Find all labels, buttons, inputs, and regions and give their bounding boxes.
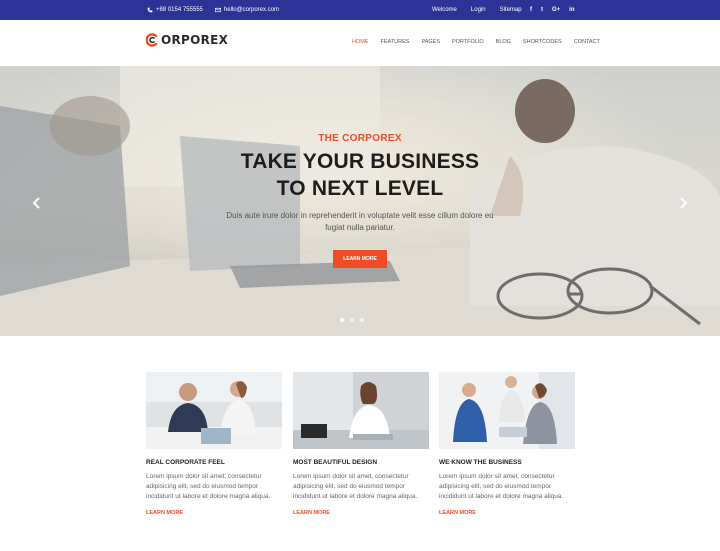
hero-learn-more-button[interactable]: LEARN MORE [333, 250, 387, 268]
social-links: f t G+ in [530, 0, 575, 20]
topbar-links: Welcome Login Sitemap [432, 0, 522, 20]
facebook-icon[interactable]: f [530, 7, 532, 13]
feature-title: MOST BEAUTIFUL DESIGN [293, 459, 378, 466]
feature-image-team [439, 372, 575, 449]
nav-shortcodes[interactable]: SHORTCODES [523, 39, 562, 45]
welcome-link[interactable]: Welcome [432, 7, 457, 13]
hero-eyebrow: THE CORPOREX [318, 133, 402, 144]
feature-card: WE KNOW THE BUSINESS Lorem ipsum dolor s… [439, 372, 575, 516]
nav-pages[interactable]: PAGES [421, 39, 440, 45]
sitemap-link[interactable]: Sitemap [500, 7, 522, 13]
nav-features[interactable]: FEATURES [381, 39, 410, 45]
main-nav: HOME FEATURES PAGES PORTFOLIO BLOG SHORT… [352, 39, 600, 45]
nav-portfolio[interactable]: PORTFOLIO [452, 39, 484, 45]
phone-icon [147, 7, 153, 13]
slider-dots [340, 318, 364, 322]
hero-title: TAKE YOUR BUSINESS TO NEXT LEVEL [0, 148, 720, 202]
site-logo[interactable]: ORPOREX [146, 33, 228, 47]
feature-text: Lorem ipsum dolor sit amet, consectetur … [146, 473, 271, 500]
slider-dot[interactable] [350, 318, 354, 322]
nav-blog[interactable]: BLOG [496, 39, 511, 45]
mail-icon [214, 7, 221, 13]
feature-text: Lorem ipsum dolor sit amet, consectetur … [439, 473, 564, 500]
google-plus-icon[interactable]: G+ [552, 7, 560, 13]
feature-learn-more-link[interactable]: LEARN MORE [439, 510, 476, 516]
feature-title: REAL CORPORATE FEEL [146, 459, 225, 466]
feature-title: WE KNOW THE BUSINESS [439, 459, 522, 466]
twitter-icon[interactable]: t [541, 7, 543, 13]
hero-title-line-1: TAKE YOUR BUSINESS [240, 150, 480, 173]
login-link[interactable]: Login [471, 7, 486, 13]
slider-dot[interactable] [360, 318, 364, 322]
phone-number: +88 0154 755555 [156, 7, 203, 13]
logo-text: ORPOREX [161, 33, 229, 47]
topbar-phone[interactable]: +88 0154 755555 [147, 7, 203, 13]
nav-home[interactable]: HOME [352, 39, 369, 45]
chevron-right-icon[interactable] [678, 197, 688, 209]
topbar-email[interactable]: hello@corporex.com [214, 7, 280, 13]
logo-mark-icon [146, 33, 158, 47]
feature-card: MOST BEAUTIFUL DESIGN Lorem ipsum dolor … [293, 372, 429, 516]
topbar-contact: +88 0154 755555 hello@corporex.com [147, 0, 279, 20]
hero-title-line-2: TO NEXT LEVEL [276, 177, 444, 200]
feature-image-meeting [146, 372, 282, 449]
hero-subtitle: Duis aute irure dolor in reprehenderit i… [226, 211, 494, 232]
feature-learn-more-link[interactable]: LEARN MORE [146, 510, 183, 516]
email-address: hello@corporex.com [223, 7, 280, 13]
site-header: ORPOREX HOME FEATURES PAGES PORTFOLIO BL… [0, 20, 720, 66]
linkedin-icon[interactable]: in [569, 7, 574, 13]
feature-image-office [293, 372, 429, 449]
feature-card: REAL CORPORATE FEEL Lorem ipsum dolor si… [146, 372, 282, 516]
nav-contact[interactable]: CONTACT [574, 39, 600, 45]
hero-slider: THE CORPOREX TAKE YOUR BUSINESS TO NEXT … [0, 66, 720, 336]
top-bar: +88 0154 755555 hello@corporex.com Welco… [0, 0, 720, 20]
feature-text: Lorem ipsum dolor sit amet, consectetur … [293, 473, 418, 500]
feature-learn-more-link[interactable]: LEARN MORE [293, 510, 330, 516]
chevron-left-icon[interactable] [32, 197, 42, 209]
slider-dot[interactable] [340, 318, 344, 322]
